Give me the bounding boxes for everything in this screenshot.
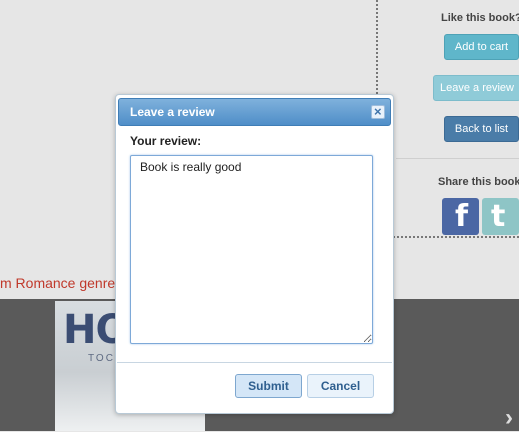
cancel-button[interactable]: Cancel bbox=[307, 374, 374, 398]
like-label: Like this book? bbox=[441, 12, 519, 24]
panel-border-bottom bbox=[376, 236, 519, 238]
back-to-list-button[interactable]: Back to list bbox=[444, 116, 519, 142]
twitter-share-button[interactable]: t bbox=[482, 198, 519, 235]
close-icon: × bbox=[374, 104, 382, 119]
review-label: Your review: bbox=[130, 134, 202, 148]
review-textarea[interactable]: Book is really good bbox=[130, 155, 373, 344]
leave-review-button[interactable]: Leave a review bbox=[433, 75, 519, 101]
chevron-right-icon[interactable]: › bbox=[505, 404, 513, 432]
dialog-close-button[interactable]: × bbox=[371, 104, 385, 119]
genre-heading: m Romance genre bbox=[0, 275, 116, 291]
submit-button[interactable]: Submit bbox=[235, 374, 302, 398]
facebook-icon: f bbox=[455, 199, 469, 234]
facebook-share-button[interactable]: f bbox=[442, 198, 479, 235]
page: Like this book? Add to cart Leave a revi… bbox=[0, 0, 519, 431]
review-dialog: Leave a review × Your review: Book is re… bbox=[115, 94, 394, 414]
dialog-title: Leave a review bbox=[130, 105, 215, 119]
dialog-divider bbox=[117, 362, 392, 363]
dialog-header[interactable]: Leave a review × bbox=[118, 98, 391, 126]
share-label: Share this book bbox=[438, 176, 519, 188]
add-to-cart-button[interactable]: Add to cart bbox=[444, 34, 519, 60]
twitter-icon: t bbox=[491, 199, 506, 234]
panel-separator bbox=[396, 158, 519, 159]
